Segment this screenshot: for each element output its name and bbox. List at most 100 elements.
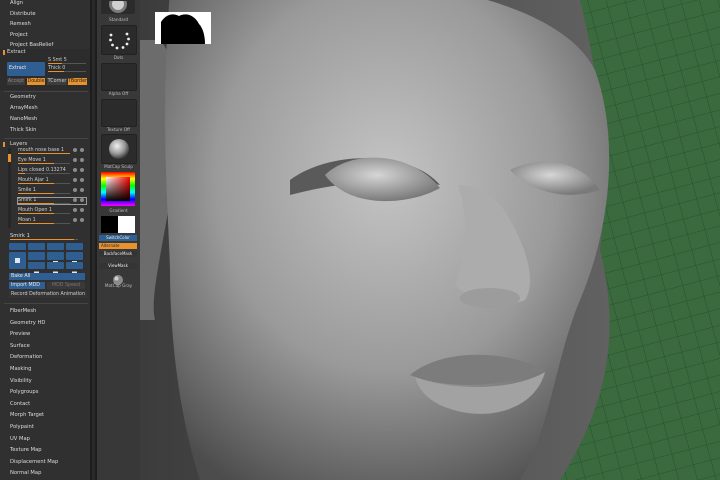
brush-button[interactable] [101,0,135,14]
layer-record-icon[interactable] [73,158,77,162]
subpalette-preview[interactable]: Preview [10,331,30,337]
subpalette-uv-map[interactable]: UV Map [10,436,30,442]
layer-row[interactable]: Mouth Ajar 1 [18,178,88,184]
s-smt-slider[interactable]: S Smt 5 [48,58,88,64]
layer-merge-button[interactable] [66,243,83,256]
double-toggle[interactable]: Double [27,78,45,85]
accept-button[interactable]: Accept [7,78,25,85]
eye-icon[interactable] [80,218,84,222]
layer-strength-fill [18,163,54,164]
layer-up-button[interactable] [9,243,26,256]
subpalette-deformation[interactable]: Deformation [10,354,42,360]
bake-all-button[interactable]: Bake All [9,273,85,280]
layer-dup-button[interactable] [47,252,64,265]
s-smt-fill [48,63,62,64]
subpalette-geometry[interactable]: Geometry [10,94,36,100]
alternate-toggle[interactable]: Alternate [99,243,137,249]
alpha-label: Alpha Off [108,91,129,96]
eye-icon[interactable] [80,188,84,192]
subpalette-morph-target[interactable]: Morph Target [10,412,44,418]
layer-row[interactable]: Lips closed 0.13274 [18,168,88,174]
layer-row[interactable]: Mouth Open 1 [18,208,88,214]
record-deformation-button[interactable]: Record Deformation Animation [9,291,87,298]
eye-icon[interactable] [80,198,84,202]
layer-record-icon[interactable] [73,148,77,152]
mdd-speed-slider[interactable]: MDD Speed [47,282,85,289]
main-color-swatch[interactable] [101,216,118,233]
layer-name-button[interactable] [28,252,45,264]
layer-strength-track [18,213,70,214]
view-mask-button[interactable]: ViewMask [99,263,137,269]
layer-record-icon[interactable] [73,188,77,192]
thick-slider[interactable]: Thick 0 [48,66,88,72]
layer-row[interactable]: Eye Move 1 [18,158,88,164]
layers-scroll-thumb[interactable] [8,154,11,162]
tcorner-toggle[interactable]: TCorner [47,78,67,85]
eye-icon[interactable] [80,148,84,152]
subpalette-normal-map[interactable]: Normal Map [10,470,41,476]
layers-header[interactable]: Layers [10,141,27,147]
stroke-button[interactable] [101,25,137,55]
texture-button[interactable] [101,99,137,127]
subpalette-polygroups[interactable]: Polygroups [10,389,38,395]
matcap-gray-button[interactable] [112,271,124,285]
subpalette-arraymesh[interactable]: ArrayMesh [10,105,38,111]
layer-down-button[interactable] [28,243,45,257]
s-smt-track [48,63,86,64]
subpalette-displacement-map[interactable]: Displacement Map [10,459,58,465]
subpalette-remesh[interactable]: Remesh [10,21,31,27]
secondary-color-swatch[interactable] [118,216,135,233]
material-button[interactable] [101,134,137,164]
eye-icon[interactable] [80,208,84,212]
import-mdd-button[interactable]: Import MDD [9,282,45,289]
subpalette-project[interactable]: Project [10,32,28,38]
palette-scrollbar[interactable] [90,0,97,480]
eye-icon[interactable] [80,168,84,172]
layers-scrollbar[interactable] [8,148,11,228]
layer-flip-button[interactable] [66,262,83,276]
layer-record-icon[interactable] [73,218,77,222]
subpalette-masking[interactable]: Masking [10,366,31,372]
subpalette-polypaint[interactable]: Polypaint [10,424,34,430]
layer-row[interactable]: Moan 1 [18,218,88,224]
divider [4,303,88,304]
eye-icon[interactable] [80,158,84,162]
extract-section: Extract Extract S Smt 5 Thick 0 Accept D… [0,49,90,90]
layer-strength-track [18,173,70,174]
extract-button[interactable]: Extract [7,62,45,76]
layer-row[interactable]: Smirk 1 [17,197,87,205]
layer-record-icon[interactable] [73,178,77,182]
backface-mask-button[interactable]: BackfaceMask [99,251,137,257]
eye-icon[interactable] [80,178,84,182]
subpalette-surface[interactable]: Surface [10,343,30,349]
layer-strength-track [18,183,70,184]
subpalette-align[interactable]: Align [10,0,23,6]
layer-record-icon[interactable] [73,168,77,172]
layer-delete-button[interactable] [66,252,83,265]
subpalette-visibility[interactable]: Visibility [10,378,32,384]
layer-split-button[interactable] [47,243,64,256]
layer-strength-fill [18,203,54,204]
extract-header[interactable]: Extract [7,49,26,55]
tborder-toggle[interactable]: TBorder [68,78,87,85]
layer-fill-button[interactable] [47,262,64,276]
new-layer-button[interactable] [9,252,26,269]
subpalette-distribute[interactable]: Distribute [10,11,36,17]
layer-row[interactable]: Smile 1 [18,188,88,194]
subpalette-nanomesh[interactable]: NanoMesh [10,116,37,122]
subpalette-geometry-hd[interactable]: Geometry HD [10,320,45,326]
navigation-thumbnail[interactable] [155,12,211,44]
switch-color-button[interactable]: SwitchColor [99,235,137,241]
color-picker[interactable] [101,172,135,206]
subpalette-thick-skin[interactable]: Thick Skin [10,127,36,133]
subpalette-fibermesh[interactable]: FiberMesh [10,308,36,314]
subpalette-texture-map[interactable]: Texture Map [10,447,42,453]
canvas-viewport[interactable] [140,0,720,480]
subpalette-contact[interactable]: Contact [10,401,30,407]
alpha-button[interactable] [101,63,137,91]
layer-record-icon[interactable] [73,198,77,202]
layer-mode-button[interactable] [28,262,45,276]
layer-record-icon[interactable] [73,208,77,212]
layer-row[interactable]: mouth nose base 1 [18,148,88,154]
subpalette-project-basrelief[interactable]: Project BasRelief [10,42,53,48]
